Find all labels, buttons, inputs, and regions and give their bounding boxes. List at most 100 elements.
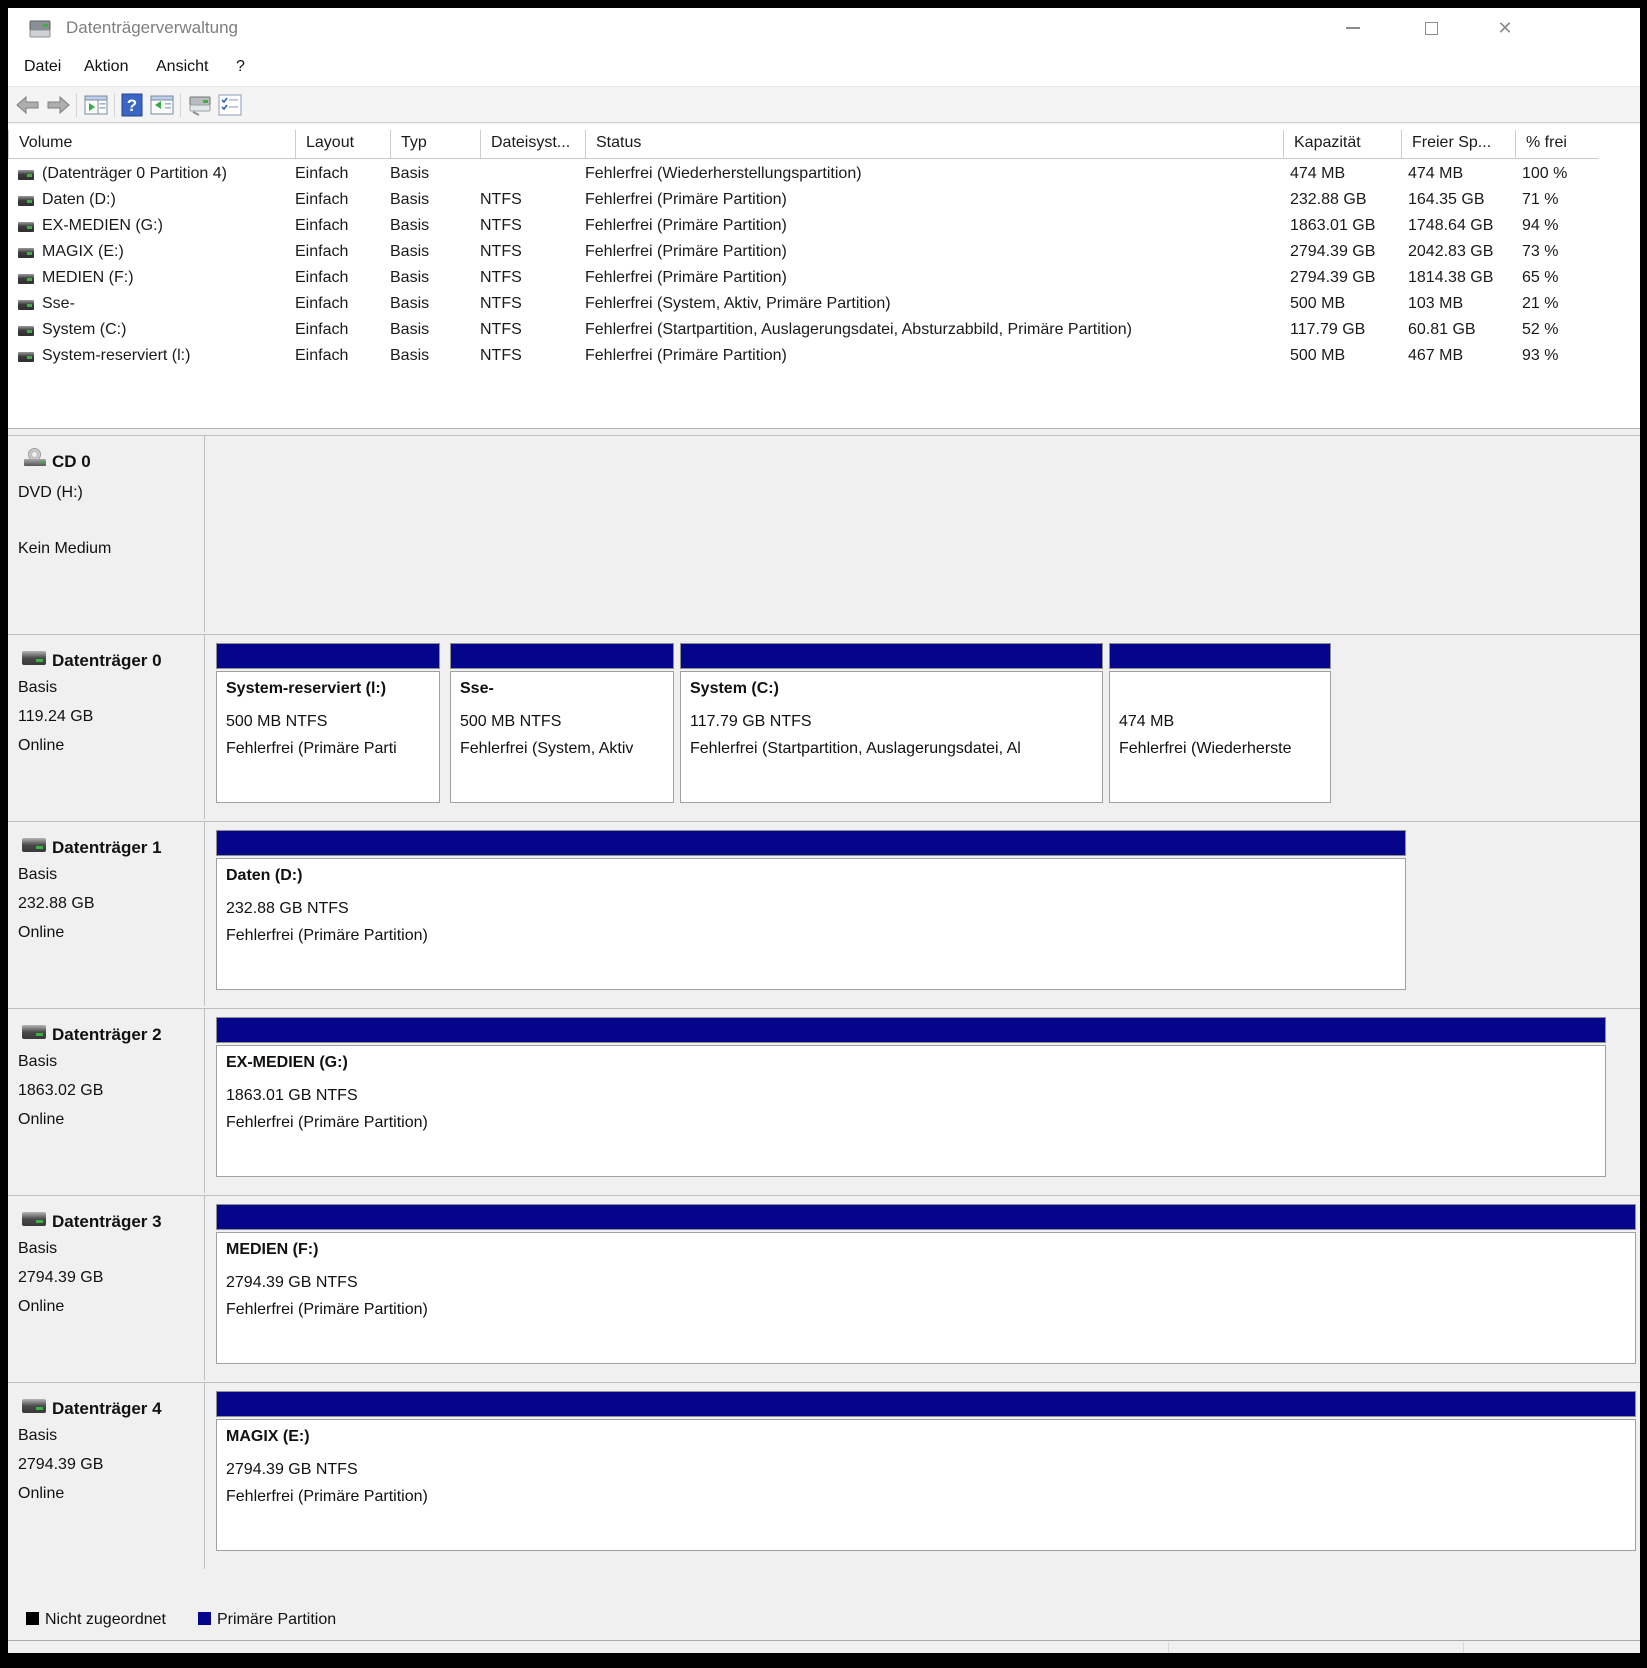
disk-name: Datenträger 1 <box>52 838 162 858</box>
table-row[interactable]: (Datenträger 0 Partition 4) Einfach Basi… <box>8 162 1598 188</box>
partition-block[interactable]: MEDIEN (F:) 2794.39 GB NTFS Fehlerfrei (… <box>216 1204 1636 1364</box>
volume-icon <box>18 222 34 232</box>
cell-volume: EX-MEDIEN (G:) <box>42 214 292 240</box>
partition-header-bar <box>450 643 674 669</box>
partition-block[interactable]: Daten (D:) 232.88 GB NTFS Fehlerfrei (Pr… <box>216 830 1406 990</box>
volume-icon <box>18 196 34 206</box>
minimize-button[interactable] <box>1320 8 1386 48</box>
column-header-dateisystem[interactable]: Dateisyst... <box>480 130 585 158</box>
volume-icon <box>18 352 34 362</box>
svg-text:?: ? <box>127 96 137 115</box>
partition-title: Sse- <box>460 680 673 707</box>
menu-aktion[interactable]: Aktion <box>78 56 134 78</box>
cell-pct: 21 % <box>1522 292 1602 318</box>
close-button[interactable]: ✕ <box>1472 8 1538 48</box>
status-bar <box>8 1641 1640 1653</box>
partition-header-bar <box>216 643 440 669</box>
cell-kapazitaet: 2794.39 GB <box>1290 240 1402 266</box>
disk-size: 1863.02 GB <box>18 1082 103 1100</box>
cd-drive-icon <box>24 448 46 466</box>
action-pane-icon[interactable] <box>148 91 176 119</box>
cell-status: Fehlerfrei (Primäre Partition) <box>585 240 1283 266</box>
cell-pct: 73 % <box>1522 240 1602 266</box>
help-icon[interactable]: ? <box>118 91 146 119</box>
disk-panel[interactable]: Datenträger 3 Basis 2794.39 GB Online <box>8 1196 205 1380</box>
cell-typ: Basis <box>390 344 474 370</box>
disk-panel[interactable]: Datenträger 2 Basis 1863.02 GB Online <box>8 1009 205 1193</box>
legend-label: Nicht zugeordnet <box>45 1611 166 1628</box>
menu-datei[interactable]: Datei <box>18 56 67 78</box>
disk-panel[interactable]: Datenträger 0 Basis 119.24 GB Online <box>8 635 205 819</box>
cell-volume: System (C:) <box>42 318 292 344</box>
console-tree-icon[interactable] <box>82 91 110 119</box>
volume-icon <box>18 300 34 310</box>
partition-status: Fehlerfrei (Startpartition, Auslagerungs… <box>690 736 1102 761</box>
table-row[interactable]: System (C:) Einfach Basis NTFS Fehlerfre… <box>8 318 1598 344</box>
legend-label: Primäre Partition <box>217 1611 336 1628</box>
cell-typ: Basis <box>390 266 474 292</box>
disk-name: Datenträger 3 <box>52 1212 162 1232</box>
cell-typ: Basis <box>390 214 474 240</box>
cell-typ: Basis <box>390 240 474 266</box>
cell-fs: NTFS <box>480 214 580 240</box>
disk-state: Online <box>18 1485 64 1503</box>
table-row[interactable]: MEDIEN (F:) Einfach Basis NTFS Fehlerfre… <box>8 266 1598 292</box>
column-header-freier-speicher[interactable]: Freier Sp... <box>1401 130 1515 158</box>
title-bar: Datenträgerverwaltung ✕ <box>8 8 1640 50</box>
task-checklist-icon[interactable] <box>216 91 244 119</box>
table-row[interactable]: MAGIX (E:) Einfach Basis NTFS Fehlerfrei… <box>8 240 1598 266</box>
disk-row-2: Datenträger 2 Basis 1863.02 GB Online EX… <box>8 1008 1640 1193</box>
partition-block[interactable]: System-reserviert (l:) 500 MB NTFS Fehle… <box>216 643 440 803</box>
partition-block[interactable]: 474 MB Fehlerfrei (Wiederherste <box>1109 643 1331 803</box>
table-row[interactable]: EX-MEDIEN (G:) Einfach Basis NTFS Fehler… <box>8 214 1598 240</box>
partition-title: Daten (D:) <box>226 867 1405 894</box>
partition-size: 2794.39 GB NTFS <box>226 1270 1635 1295</box>
partition-size: 500 MB NTFS <box>226 709 439 734</box>
disk-panel[interactable]: Datenträger 1 Basis 232.88 GB Online <box>8 822 205 1006</box>
partition-block[interactable]: MAGIX (E:) 2794.39 GB NTFS Fehlerfrei (P… <box>216 1391 1636 1551</box>
statusbar-separator <box>1463 1642 1464 1653</box>
cd-drive-panel[interactable]: CD 0 DVD (H:) Kein Medium <box>8 436 205 632</box>
partition-status: Fehlerfrei (Primäre Partition) <box>226 923 1405 948</box>
primary-partition-swatch <box>198 1612 211 1625</box>
table-row[interactable]: Sse- Einfach Basis NTFS Fehlerfrei (Syst… <box>8 292 1598 318</box>
back-arrow-icon[interactable] <box>14 91 42 119</box>
menu-help[interactable]: ? <box>230 56 251 78</box>
cd-drive-row: CD 0 DVD (H:) Kein Medium <box>8 435 1640 632</box>
cell-layout: Einfach <box>295 318 385 344</box>
device-properties-icon[interactable] <box>186 91 214 119</box>
partition-header-bar <box>680 643 1103 669</box>
column-header-typ[interactable]: Typ <box>390 130 480 158</box>
partition-title: System-reserviert (l:) <box>226 680 439 707</box>
cell-volume: Sse- <box>42 292 292 318</box>
partition-block[interactable]: Sse- 500 MB NTFS Fehlerfrei (System, Akt… <box>450 643 674 803</box>
column-header-layout[interactable]: Layout <box>295 130 390 158</box>
volume-list: Volume Layout Typ Dateisyst... Status Ka… <box>8 124 1640 429</box>
table-row[interactable]: System-reserviert (l:) Einfach Basis NTF… <box>8 344 1598 370</box>
cell-freier: 2042.83 GB <box>1408 240 1516 266</box>
partition-title: EX-MEDIEN (G:) <box>226 1054 1605 1081</box>
cell-kapazitaet: 500 MB <box>1290 292 1402 318</box>
menu-ansicht[interactable]: Ansicht <box>150 56 214 78</box>
disk-typ: Basis <box>18 866 57 884</box>
partition-block[interactable]: System (C:) 117.79 GB NTFS Fehlerfrei (S… <box>680 643 1103 803</box>
cell-pct: 71 % <box>1522 188 1602 214</box>
forward-arrow-icon[interactable] <box>44 91 72 119</box>
disk-panel[interactable]: Datenträger 4 Basis 2794.39 GB Online <box>8 1383 205 1569</box>
table-row[interactable]: Daten (D:) Einfach Basis NTFS Fehlerfrei… <box>8 188 1598 214</box>
cell-freier: 103 MB <box>1408 292 1516 318</box>
cell-kapazitaet: 2794.39 GB <box>1290 266 1402 292</box>
partition-block[interactable]: EX-MEDIEN (G:) 1863.01 GB NTFS Fehlerfre… <box>216 1017 1606 1177</box>
cell-fs: NTFS <box>480 188 580 214</box>
column-header-status[interactable]: Status <box>585 130 1283 158</box>
column-header-kapazitaet[interactable]: Kapazität <box>1283 130 1401 158</box>
maximize-button[interactable] <box>1398 8 1464 48</box>
cell-freier: 1814.38 GB <box>1408 266 1516 292</box>
window-title: Datenträgerverwaltung <box>66 18 238 38</box>
column-header-volume[interactable]: Volume <box>8 130 295 158</box>
hard-disk-icon <box>22 1025 46 1039</box>
partition-title: System (C:) <box>690 680 1102 707</box>
cd-drive-name: CD 0 <box>52 452 91 472</box>
column-header-prozent-frei[interactable]: % frei <box>1515 130 1603 158</box>
partition-status: Fehlerfrei (Primäre Parti <box>226 736 439 761</box>
